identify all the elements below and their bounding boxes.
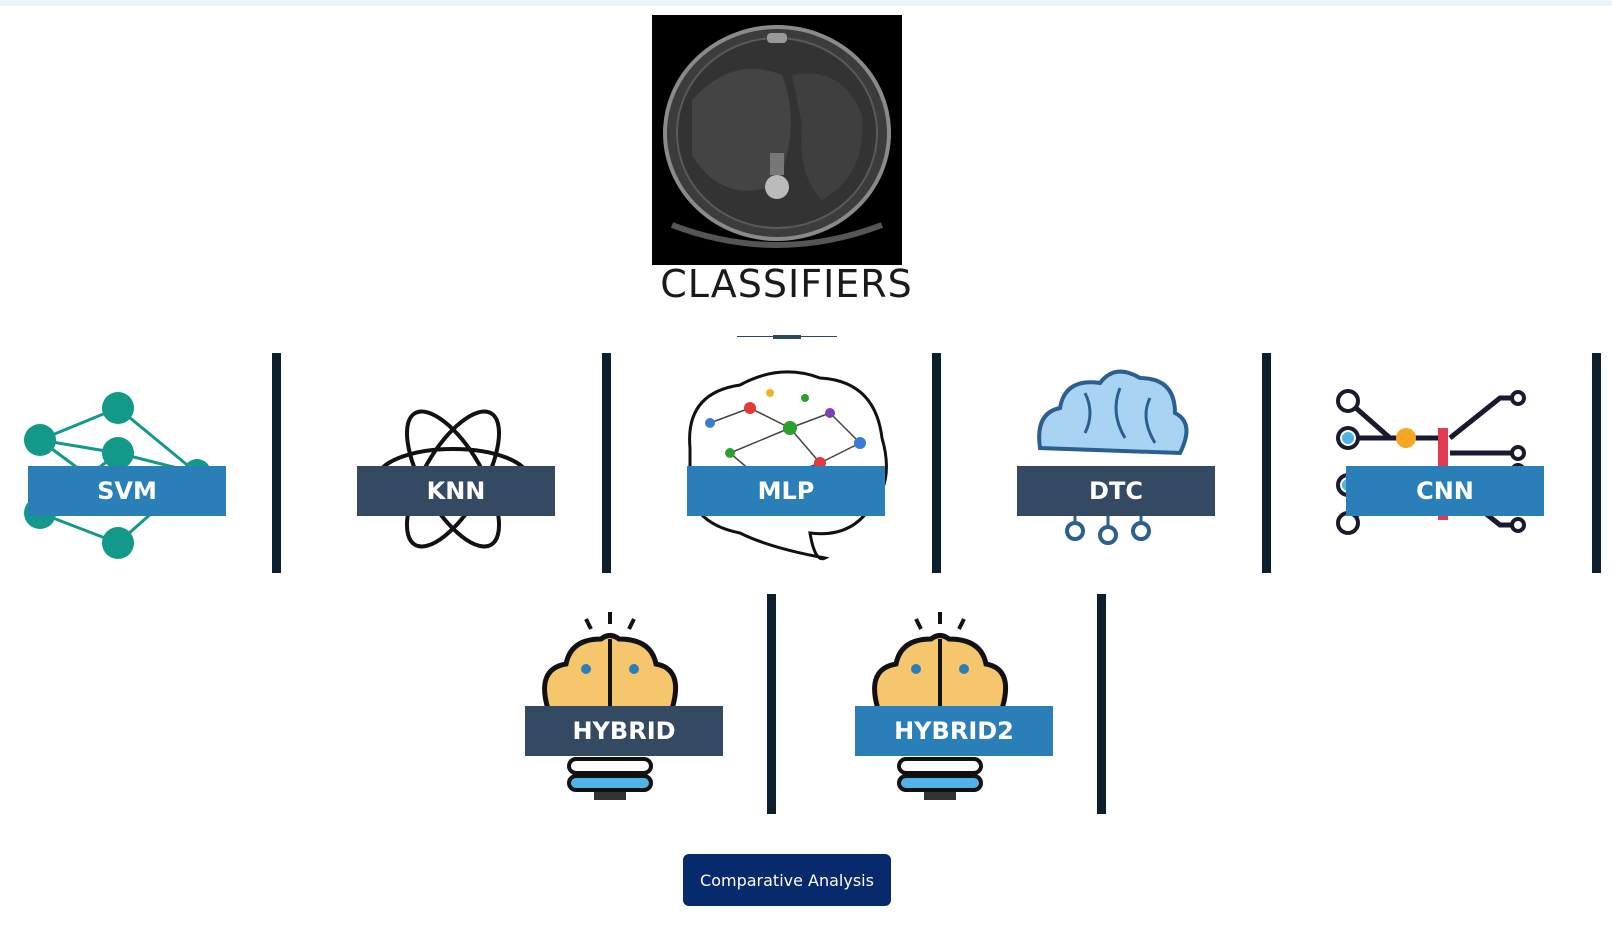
brain-network-icon — [688, 370, 888, 561]
atom-icon — [375, 409, 531, 549]
circuit-chip-icon — [1336, 389, 1526, 535]
page-title: CLASSIFIERS — [660, 262, 913, 306]
top-strip — [0, 0, 1612, 6]
brain-bulb-icon — [542, 612, 678, 800]
neural-network-icon — [24, 392, 211, 559]
classifier-label[interactable]: DTC — [1017, 466, 1215, 516]
column-separator — [767, 594, 776, 814]
column-separator — [272, 353, 281, 573]
brain-bulb-icon — [872, 612, 1008, 800]
classifier-card-mlp[interactable]: MLP — [670, 353, 930, 573]
classifier-label[interactable]: CNN — [1346, 466, 1544, 516]
classifier-label[interactable]: MLP — [687, 466, 885, 516]
column-separator — [602, 353, 611, 573]
column-separator — [1097, 594, 1106, 814]
column-separator — [1592, 353, 1601, 573]
classifier-card-dtc[interactable]: DTC — [1000, 353, 1260, 573]
classifier-label[interactable]: HYBRID2 — [855, 706, 1053, 756]
classifier-card-hybrid[interactable]: HYBRID — [506, 594, 766, 814]
classifier-label[interactable]: SVM — [28, 466, 226, 516]
brain-circuit-icon — [1037, 369, 1189, 545]
classifier-card-svm[interactable]: SVM — [12, 353, 272, 573]
classifier-card-cnn[interactable]: CNN — [1330, 353, 1590, 573]
classifier-label[interactable]: KNN — [357, 466, 555, 516]
ct-scan-image — [652, 15, 902, 265]
column-separator — [932, 353, 941, 573]
classifier-label[interactable]: HYBRID — [525, 706, 723, 756]
title-divider-accent — [773, 335, 801, 339]
comparative-analysis-button[interactable]: Comparative Analysis — [683, 854, 891, 906]
classifier-card-knn[interactable]: KNN — [341, 353, 601, 573]
classifier-card-hybrid2[interactable]: HYBRID2 — [836, 594, 1096, 814]
column-separator — [1262, 353, 1271, 573]
